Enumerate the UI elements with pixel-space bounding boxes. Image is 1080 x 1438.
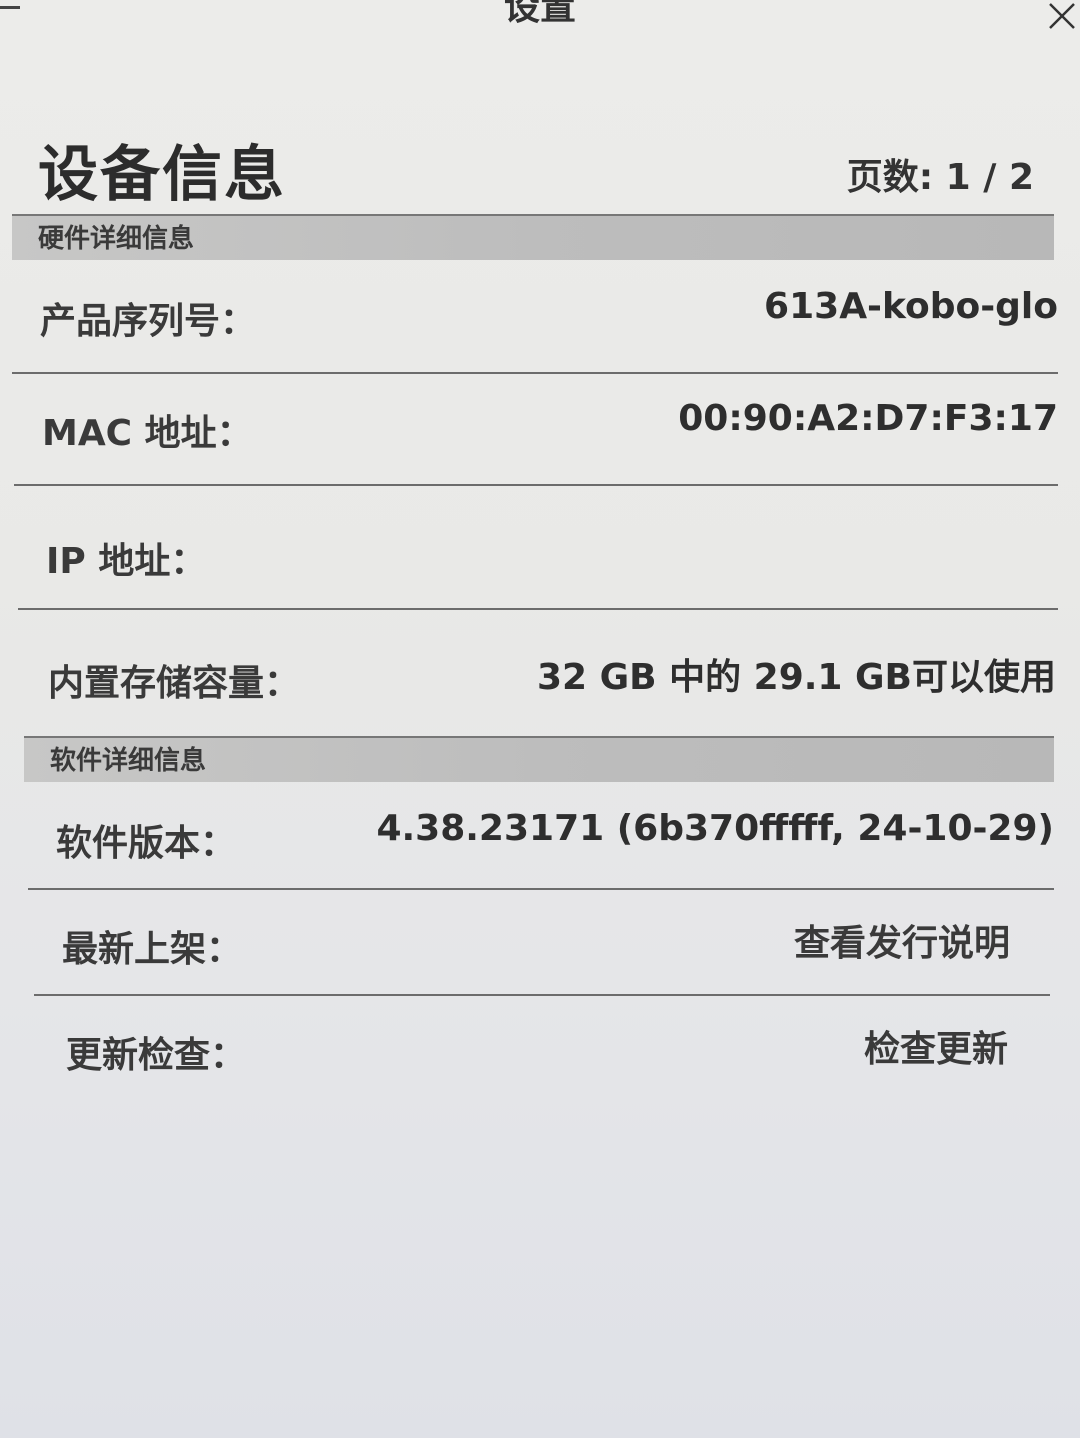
section-header-hardware: 硬件详细信息 [12,214,1054,260]
row-storage: 内置存储容量： 32 GB 中的 29.1 GB可以使用 [20,610,1056,736]
storage-value: 32 GB 中的 29.1 GB可以使用 [536,657,1056,698]
row-mac-address: MAC 地址： 00:90:A2:D7:F3:17 [14,374,1058,486]
window-title: 设置 [503,0,576,28]
row-software-version: 软件版本： 4.38.23171 (6b370fffff, 24-10-29) [28,784,1054,890]
page-title: 设备信息 [38,140,286,210]
title-bar: 设置 [0,0,1080,40]
row-update-check: 更新检查： 检查更新 [38,996,1048,1106]
close-icon[interactable] [1046,0,1076,30]
section-header-software: 软件详细信息 [24,736,1054,782]
release-notes-label: 最新上架： [62,929,243,970]
software-version-value: 4.38.23171 (6b370fffff, 24-10-29) [376,808,1054,849]
check-updates-link[interactable]: 检查更新 [864,1020,1008,1072]
mac-address-label: MAC 地址： [42,413,253,454]
page-indicator: 页数: 1 / 2 [846,157,1034,198]
software-version-label: 软件版本： [56,823,237,864]
row-serial-number: 产品序列号： 613A-kobo-glo [12,262,1058,374]
update-check-label: 更新检查： [66,1035,247,1076]
row-ip-address: IP 地址： [18,486,1058,610]
serial-number-label: 产品序列号： [40,301,257,342]
ip-address-label: IP 地址： [46,541,207,582]
mac-address-value: 00:90:A2:D7:F3:17 [678,398,1058,439]
row-release-notes: 最新上架： 查看发行说明 [34,890,1050,996]
view-release-notes-link[interactable]: 查看发行说明 [794,914,1010,966]
serial-number-value: 613A-kobo-glo [764,286,1058,327]
storage-label: 内置存储容量： [48,663,301,704]
